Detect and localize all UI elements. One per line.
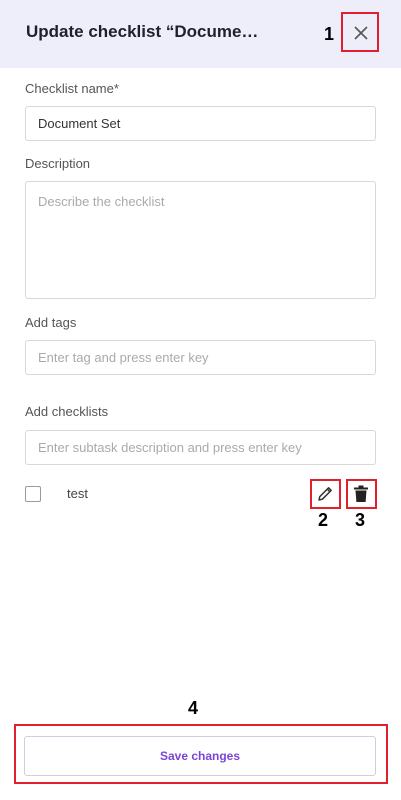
description-label: Description xyxy=(25,156,91,171)
subtask-placeholder: Enter subtask description and press ente… xyxy=(38,440,302,455)
dialog-title: Update checklist “Docume… xyxy=(26,22,259,41)
trash-icon xyxy=(354,485,368,502)
checklists-label: Add checklists xyxy=(25,404,109,419)
pencil-icon xyxy=(318,487,332,501)
save-changes-button[interactable]: Save changes xyxy=(24,736,376,776)
close-button[interactable] xyxy=(343,14,379,52)
description-placeholder: Describe the checklist xyxy=(38,194,165,209)
tags-label: Add tags xyxy=(25,315,77,330)
checklist-name-input[interactable]: Document Set xyxy=(25,106,376,141)
annotation-number: 4 xyxy=(188,698,199,718)
checklist-name-label: Checklist name* xyxy=(25,81,119,96)
edit-item-button[interactable] xyxy=(309,478,341,510)
description-textarea[interactable]: Describe the checklist xyxy=(25,181,376,299)
checklist-name-value: Document Set xyxy=(38,116,121,131)
checklist-item-text: test xyxy=(67,486,88,501)
tags-placeholder: Enter tag and press enter key xyxy=(38,350,209,365)
delete-item-button[interactable] xyxy=(345,478,377,510)
subtask-input[interactable]: Enter subtask description and press ente… xyxy=(25,430,376,465)
checklist-item-checkbox[interactable] xyxy=(25,486,41,502)
close-icon xyxy=(354,26,368,40)
annotation-number: 3 xyxy=(355,510,366,530)
annotation-number: 1 xyxy=(324,24,335,44)
annotation-number: 2 xyxy=(318,510,329,530)
tags-input[interactable]: Enter tag and press enter key xyxy=(25,340,376,375)
